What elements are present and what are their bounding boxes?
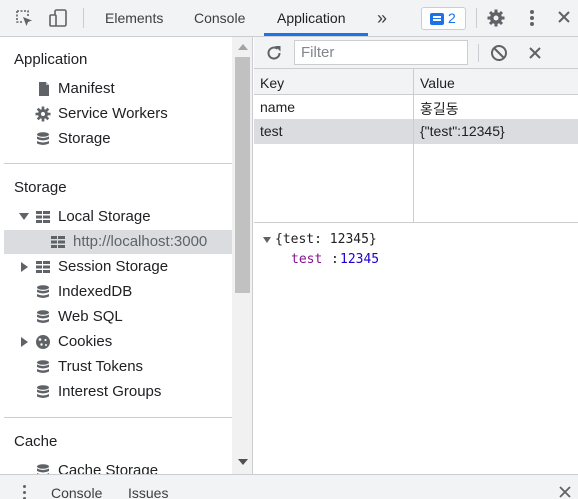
- section-title-storage: Storage: [14, 179, 67, 196]
- preview-property-value: 12345: [340, 252, 380, 267]
- preview-colon: :: [331, 252, 339, 267]
- sidebar-item-label: Manifest: [58, 80, 115, 97]
- tab-elements[interactable]: Elements: [105, 0, 163, 36]
- sidebar-item-storage[interactable]: Storage: [0, 127, 232, 151]
- sidebar-item-service-workers[interactable]: Service Workers: [0, 102, 232, 126]
- tab-application[interactable]: Application: [277, 0, 346, 36]
- row-value: 홍길동: [420, 101, 459, 117]
- sidebar-item-label: Web SQL: [58, 308, 123, 325]
- toolbar-divider: [83, 8, 84, 28]
- database-icon: [35, 284, 51, 300]
- column-divider[interactable]: [413, 69, 414, 223]
- more-tabs-chevron-icon[interactable]: »: [377, 0, 387, 36]
- database-icon: [35, 359, 51, 375]
- message-icon: [430, 13, 444, 25]
- local-storage-panel: Key Value name 홍길동 test {"test":12345} {…: [254, 37, 578, 474]
- sidebar-item-cookies[interactable]: Cookies: [0, 330, 232, 354]
- sidebar-item-cache-storage[interactable]: Cache Storage: [0, 459, 232, 474]
- sidebar-item-local-storage[interactable]: Local Storage: [0, 205, 232, 229]
- column-header-value[interactable]: Value: [420, 75, 455, 91]
- close-devtools-icon[interactable]: [556, 9, 576, 29]
- inspect-element-icon[interactable]: [14, 8, 34, 28]
- messages-badge[interactable]: 2: [421, 7, 466, 30]
- device-toolbar-icon[interactable]: [48, 8, 68, 28]
- sidebar-item-indexeddb[interactable]: IndexedDB: [0, 280, 232, 304]
- database-icon: [35, 131, 51, 147]
- sidebar-item-localhost-3000[interactable]: http://localhost:3000: [4, 230, 232, 254]
- bottom-drawer: Console Issues: [0, 474, 578, 499]
- drawer-tab-issues[interactable]: Issues: [128, 485, 168, 499]
- database-icon: [35, 463, 51, 474]
- devtools-toolbar: Elements Console Application » 2: [0, 0, 578, 37]
- gear-icon[interactable]: [486, 8, 506, 28]
- sidebar-item-manifest[interactable]: Manifest: [0, 77, 232, 101]
- clear-all-icon[interactable]: [490, 44, 508, 62]
- sidebar-item-label: http://localhost:3000: [73, 233, 208, 250]
- section-title-application: Application: [14, 51, 88, 68]
- collapsed-arrow-icon[interactable]: [21, 337, 28, 347]
- gear-icon: [35, 106, 51, 122]
- preview-summary[interactable]: {test: 12345}: [275, 232, 377, 247]
- file-icon: [36, 81, 52, 97]
- scroll-down-arrow-icon[interactable]: [238, 459, 248, 465]
- cookie-icon: [35, 334, 51, 350]
- toolbar-divider: [478, 44, 479, 62]
- close-drawer-icon[interactable]: [558, 485, 572, 499]
- sidebar-item-label: Local Storage: [58, 208, 151, 225]
- delete-selected-icon[interactable]: [527, 45, 543, 61]
- preview-property-key: test: [291, 252, 323, 267]
- sidebar-item-web-sql[interactable]: Web SQL: [0, 305, 232, 329]
- section-divider: [4, 417, 232, 418]
- table-header: Key Value: [254, 69, 578, 95]
- table-row[interactable]: test {"test":12345}: [254, 119, 578, 144]
- tab-console[interactable]: Console: [194, 0, 245, 36]
- section-title-cache: Cache: [14, 433, 58, 450]
- table-icon: [50, 234, 66, 250]
- sidebar-item-label: Cookies: [58, 333, 113, 350]
- filter-input[interactable]: [294, 40, 468, 65]
- sidebar-item-label: Storage: [58, 130, 111, 147]
- application-sidebar: Application Manifest Service Workers Sto…: [0, 37, 232, 474]
- sidebar-item-label: Trust Tokens: [58, 358, 144, 375]
- sidebar-item-interest-groups[interactable]: Interest Groups: [0, 380, 232, 404]
- table-icon: [35, 259, 51, 275]
- refresh-icon[interactable]: [264, 43, 284, 63]
- column-header-key[interactable]: Key: [260, 75, 284, 91]
- collapsed-arrow-icon[interactable]: [21, 262, 28, 272]
- filter-toolbar: [254, 37, 578, 69]
- row-key: test: [260, 123, 283, 139]
- expanded-arrow-icon[interactable]: [263, 237, 271, 243]
- sidebar-item-label: Interest Groups: [58, 383, 162, 400]
- section-divider: [4, 163, 232, 164]
- toolbar-divider: [476, 8, 477, 28]
- sidebar-item-session-storage[interactable]: Session Storage: [0, 255, 232, 279]
- sidebar-item-label: Service Workers: [58, 105, 168, 122]
- sidebar-item-label: IndexedDB: [58, 283, 133, 300]
- expanded-arrow-icon[interactable]: [19, 213, 29, 220]
- sidebar-item-label: Session Storage: [58, 258, 169, 275]
- row-value: {"test":12345}: [420, 123, 505, 139]
- drawer-tab-console[interactable]: Console: [51, 485, 102, 499]
- row-key: name: [260, 99, 296, 115]
- database-icon: [35, 384, 51, 400]
- sidebar-scrollbar[interactable]: [232, 37, 253, 474]
- scrollbar-thumb[interactable]: [235, 57, 250, 293]
- messages-count: 2: [448, 10, 456, 26]
- value-preview: {test: 12345} test : 12345: [254, 229, 578, 289]
- scroll-up-arrow-icon[interactable]: [238, 44, 248, 50]
- sidebar-item-label: Cache Storage: [58, 462, 159, 474]
- sidebar-item-trust-tokens[interactable]: Trust Tokens: [0, 355, 232, 379]
- table-icon: [35, 209, 51, 225]
- active-tab-indicator: [264, 33, 368, 36]
- table-row[interactable]: name 홍길동: [254, 95, 578, 119]
- storage-table: Key Value name 홍길동 test {"test":12345}: [254, 69, 578, 223]
- database-icon: [35, 309, 51, 325]
